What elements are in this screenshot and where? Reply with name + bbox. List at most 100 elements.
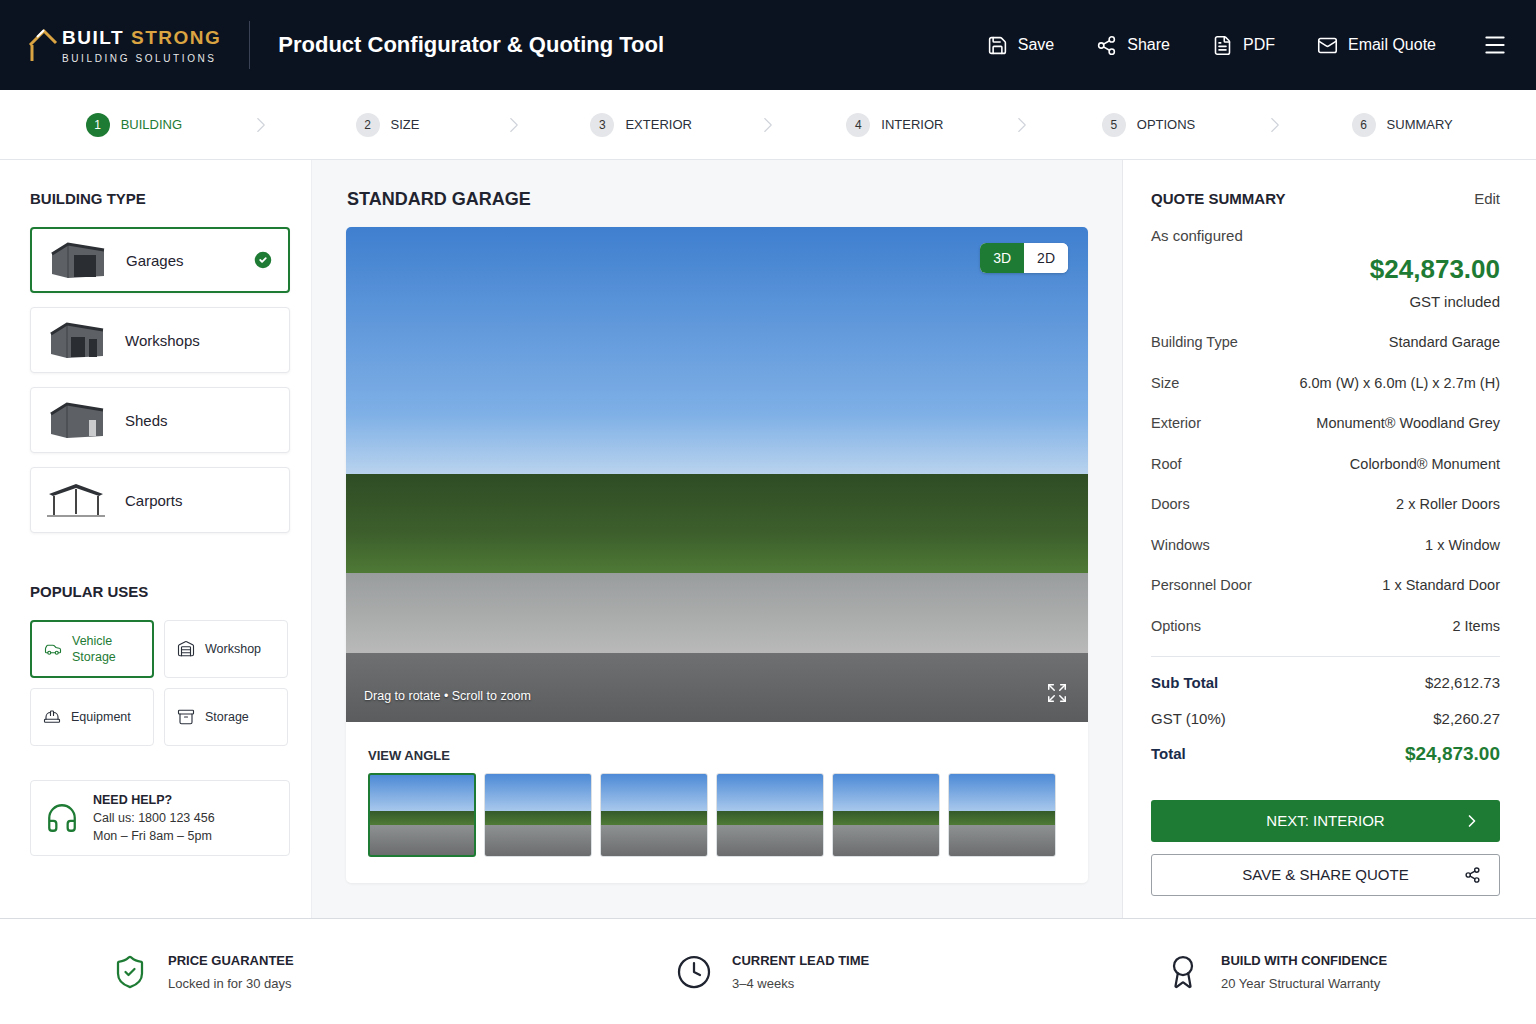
- quote-row-label: Personnel Door: [1151, 577, 1252, 593]
- total-label: Total: [1151, 745, 1186, 762]
- building-type-label: Sheds: [125, 412, 275, 429]
- next-button[interactable]: NEXT: INTERIOR: [1151, 800, 1500, 842]
- pdf-button[interactable]: PDF: [1212, 35, 1275, 56]
- step-number: 5: [1102, 113, 1126, 137]
- popular-use-card[interactable]: Workshop: [164, 620, 288, 678]
- total-value: $24,873.00: [1405, 743, 1500, 765]
- save-share-button[interactable]: SAVE & SHARE QUOTE: [1151, 854, 1500, 896]
- save-share-icon-wrap: [1464, 866, 1481, 883]
- quote-row-value: Standard Garage: [1389, 334, 1500, 350]
- step-separator: [1262, 112, 1288, 138]
- building-type-list: Garages Workshops Sheds Carports: [30, 227, 288, 533]
- step-label: OPTIONS: [1137, 117, 1196, 132]
- logo-second-word: STRONG: [131, 27, 221, 49]
- total-row: Total $24,873.00: [1151, 736, 1500, 772]
- quote-row-label: Doors: [1151, 496, 1190, 512]
- view-angle-thumbnail[interactable]: [484, 773, 592, 857]
- preview-title: STANDARD GARAGE: [347, 189, 1088, 210]
- share-icon: [1464, 866, 1481, 883]
- popular-use-label: Workshop: [205, 641, 261, 657]
- view-angle-thumbnail[interactable]: [716, 773, 824, 857]
- help-hours: Mon – Fri 8am – 5pm: [93, 829, 215, 843]
- step-separator: [755, 112, 781, 138]
- popular-use-card[interactable]: Equipment: [30, 688, 154, 746]
- quote-price: $24,873.00: [1151, 254, 1500, 285]
- building-type-card[interactable]: Carports: [30, 467, 290, 533]
- logo[interactable]: BUILTSTRONGBUILDING SOLUTIONS: [28, 25, 221, 65]
- shed-icon: [45, 400, 107, 440]
- view-angle-thumbnail[interactable]: [948, 773, 1056, 857]
- view-angle-thumbnail[interactable]: [832, 773, 940, 857]
- menu-button[interactable]: [1482, 32, 1508, 58]
- assurance-subtitle: 20 Year Structural Warranty: [1221, 976, 1387, 991]
- hamburger-icon: [1482, 32, 1508, 58]
- action-label: Share: [1127, 36, 1170, 54]
- next-button-label: NEXT: INTERIOR: [1266, 812, 1384, 829]
- chevron-right-icon: [1262, 112, 1288, 138]
- email-quote-button[interactable]: Email Quote: [1317, 35, 1436, 56]
- step[interactable]: 6SUMMARY: [1288, 113, 1516, 137]
- view-angle-thumbnail[interactable]: [600, 773, 708, 857]
- step[interactable]: 4INTERIOR: [781, 113, 1009, 137]
- building-type-card[interactable]: Workshops: [30, 307, 290, 373]
- building-type-card[interactable]: Garages: [30, 227, 290, 293]
- garage-icon: [46, 240, 108, 280]
- quote-row-label: Roof: [1151, 456, 1182, 472]
- building-type-heading: BUILDING TYPE: [30, 190, 288, 207]
- popular-use-card[interactable]: Storage: [164, 688, 288, 746]
- car-icon: [44, 640, 62, 658]
- chevron-right-icon: [501, 112, 527, 138]
- edit-link[interactable]: Edit: [1474, 190, 1500, 207]
- step-label: INTERIOR: [881, 117, 943, 132]
- quote-summary: QUOTE SUMMARYEdit As configured $24,873.00…: [1122, 160, 1536, 918]
- popular-use-card[interactable]: Vehicle Storage: [30, 620, 154, 678]
- save-icon: [987, 35, 1008, 56]
- preview-card: 3D2DDrag to rotate • Scroll to zoomVIEW …: [346, 227, 1088, 883]
- award-icon: [1165, 954, 1201, 990]
- step[interactable]: 5 OPTIONS: [1035, 113, 1263, 137]
- save-button[interactable]: Save: [987, 35, 1054, 56]
- quote-header: QUOTE SUMMARYEdit: [1151, 190, 1500, 207]
- quote-caption: As configured: [1151, 227, 1500, 244]
- popular-use-label: Storage: [205, 709, 249, 725]
- quote-row-value: 2 x Roller Doors: [1396, 496, 1500, 512]
- quote-row: Roof Colorbond® Monument: [1151, 444, 1500, 485]
- total-label: GST (10%): [1151, 710, 1226, 727]
- building-type-label: Workshops: [125, 332, 275, 349]
- popular-uses-grid: Vehicle Storage Workshop Equipment Storage: [30, 620, 288, 746]
- share-button[interactable]: Share: [1096, 35, 1170, 56]
- chevron-right-icon: [1009, 112, 1035, 138]
- step[interactable]: 1 BUILDING: [20, 113, 248, 137]
- step[interactable]: 2SIZE: [274, 113, 502, 137]
- sidebar: BUILDING TYPE Garages Workshops Sheds Carpor…: [0, 160, 312, 918]
- step-number: 1: [86, 113, 110, 137]
- share-icon: [1096, 35, 1117, 56]
- app-title: Product Configurator & Quoting Tool: [278, 32, 986, 58]
- assurance-text: BUILD WITH CONFIDENCE 20 Year Structural …: [1221, 953, 1387, 991]
- workshop-icon: [177, 640, 195, 658]
- total-label: Sub Total: [1151, 674, 1218, 691]
- quote-row-label: Exterior: [1151, 415, 1201, 431]
- popular-use-label: Equipment: [71, 709, 131, 725]
- fullscreen-button[interactable]: [1046, 682, 1068, 704]
- view-angle-thumbnail[interactable]: [368, 773, 476, 857]
- step[interactable]: 3EXTERIOR: [527, 113, 755, 137]
- quote-row: Personnel Door1 x Standard Door: [1151, 565, 1500, 606]
- view-mode-button[interactable]: 2D: [1024, 243, 1068, 273]
- quote-row-value: Colorbond® Monument: [1350, 456, 1500, 472]
- building-type-label: Carports: [125, 492, 275, 509]
- quote-divider: [1151, 656, 1500, 657]
- carport-icon: [45, 480, 107, 520]
- help-card: NEED HELP?Call us: 1800 123 456Mon – Fri…: [30, 780, 290, 856]
- assurance-title: BUILD WITH CONFIDENCE: [1221, 953, 1387, 968]
- assurance-text: CURRENT LEAD TIME3–4 weeks: [732, 953, 869, 991]
- quote-row: Size6.0m (W) x 6.0m (L) x 2.7m (H): [1151, 363, 1500, 404]
- building-render[interactable]: 3D2DDrag to rotate • Scroll to zoom: [346, 227, 1088, 722]
- help-phone[interactable]: Call us: 1800 123 456: [93, 811, 215, 825]
- building-type-card[interactable]: Sheds: [30, 387, 290, 453]
- next-button-icon-wrap: [1462, 811, 1482, 831]
- step-label: BUILDING: [121, 117, 182, 132]
- view-mode-button[interactable]: 3D: [980, 243, 1024, 273]
- assurance-item: BUILD WITH CONFIDENCE 20 Year Structural …: [1165, 953, 1536, 991]
- popular-use-label: Vehicle Storage: [72, 633, 140, 665]
